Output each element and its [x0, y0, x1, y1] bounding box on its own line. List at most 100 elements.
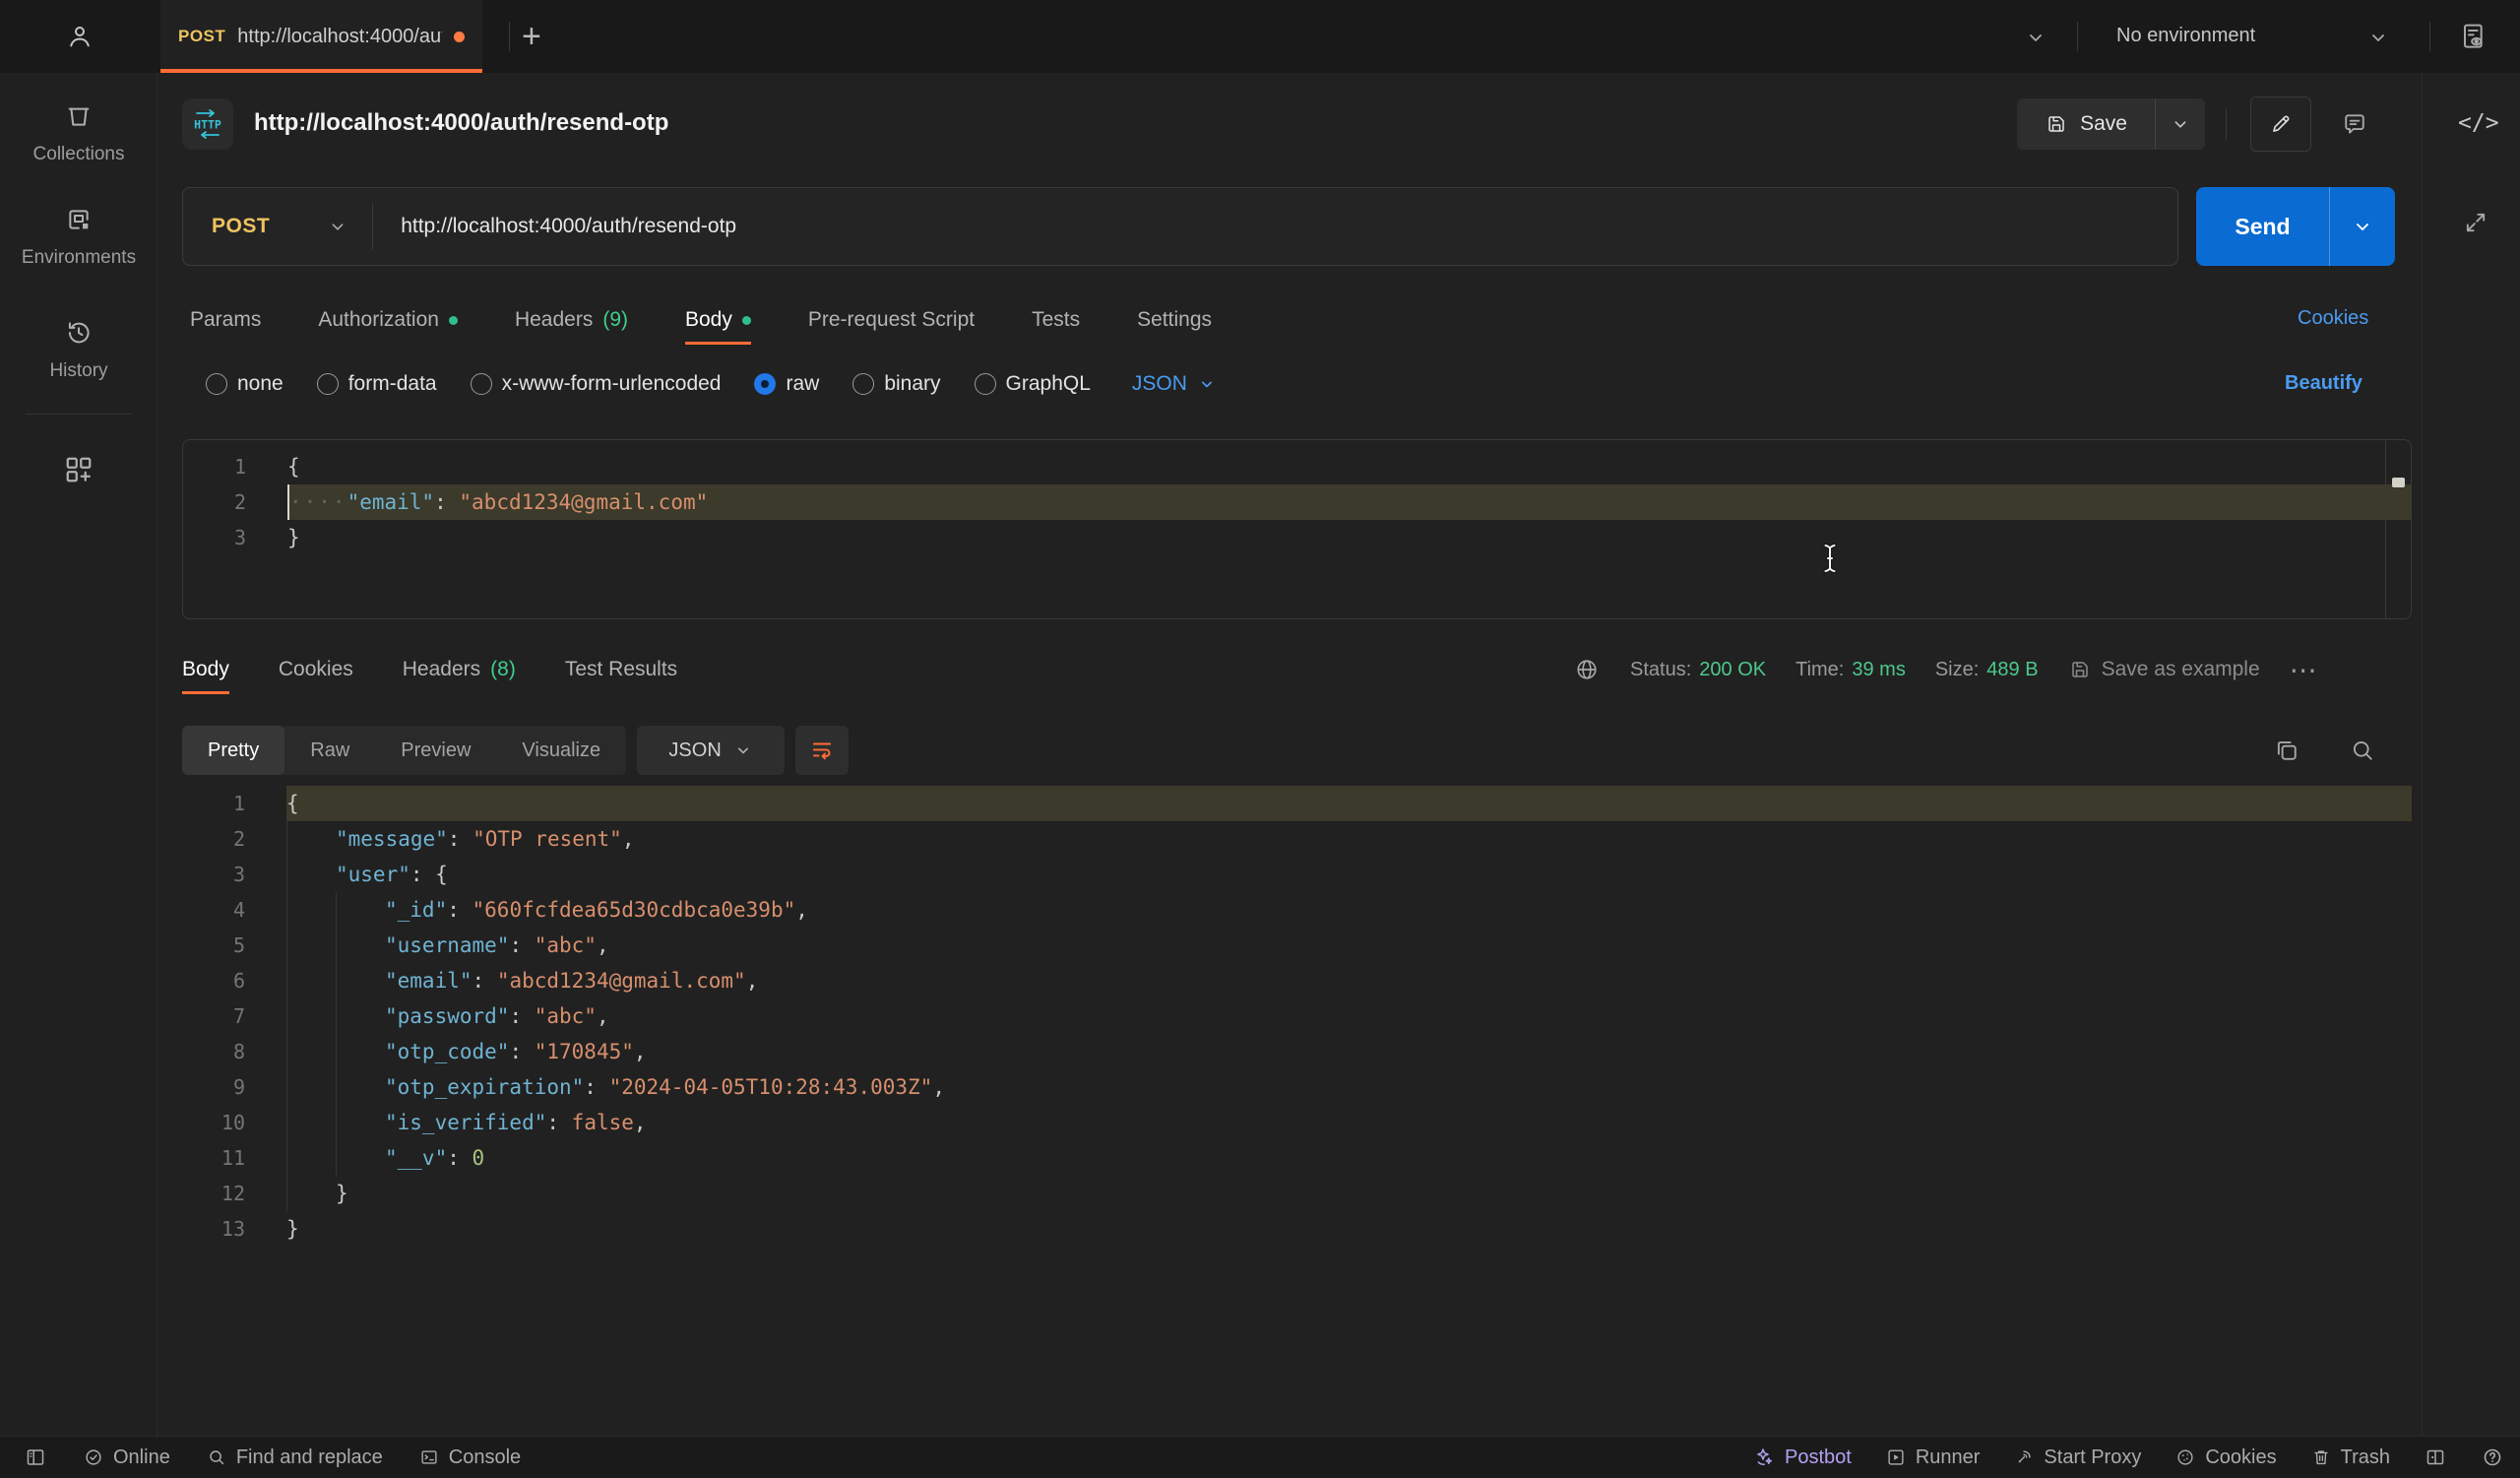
send-button-group: Send: [2196, 187, 2395, 266]
line-number: 3: [182, 857, 245, 892]
save-options-button[interactable]: [2156, 113, 2205, 135]
runner-button[interactable]: Runner: [1885, 1446, 1981, 1469]
tab-authorization[interactable]: Authorization: [318, 295, 458, 345]
indent-guide: [336, 1140, 385, 1176]
mode-form-data[interactable]: form-data: [317, 372, 437, 396]
token: ,: [622, 827, 635, 851]
request-tab[interactable]: POST http://localhost:4000/auth/resend-o…: [160, 0, 482, 73]
radio-icon: [317, 373, 339, 395]
sidebar-item-label: History: [49, 360, 107, 382]
method-selector[interactable]: POST: [212, 215, 270, 238]
tab-pre-request-script[interactable]: Pre-request Script: [808, 295, 975, 345]
sidebar-more-tools-button[interactable]: [0, 452, 158, 487]
token: }: [336, 1182, 348, 1205]
token: {: [287, 455, 300, 479]
chevron-down-icon: [2351, 215, 2374, 238]
code-content: "username": "abc",: [286, 928, 2412, 963]
sidebar-item-label: Collections: [33, 144, 125, 165]
response-status: Status:200 OK: [1630, 659, 1766, 681]
line-number: 1: [183, 449, 246, 484]
find-and-replace-button[interactable]: Find and replace: [206, 1446, 383, 1469]
response-more-actions-button[interactable]: ⋯: [2290, 654, 2318, 686]
environment-quick-look-button[interactable]: [2457, 21, 2488, 52]
start-proxy-button[interactable]: Start Proxy: [2013, 1446, 2141, 1469]
comments-button[interactable]: [2340, 109, 2369, 139]
tab-list-button[interactable]: [2024, 26, 2048, 49]
environment-chevron[interactable]: [2366, 26, 2390, 49]
method-chevron[interactable]: [327, 216, 348, 237]
sidebar-item-history[interactable]: History: [0, 317, 158, 382]
mode-x-www-form-urlencoded[interactable]: x-www-form-urlencoded: [471, 372, 722, 396]
tab-headers[interactable]: Headers(9): [515, 295, 628, 345]
send-options-button[interactable]: [2330, 215, 2395, 238]
mode-binary[interactable]: binary: [852, 372, 940, 396]
response-tab-test-results[interactable]: Test Results: [565, 645, 677, 694]
network-button[interactable]: [1573, 656, 1601, 683]
response-tab-headers[interactable]: Headers(8): [403, 645, 516, 694]
cookies-link[interactable]: Cookies: [2298, 307, 2368, 330]
radio-icon: [852, 373, 874, 395]
search-response-button[interactable]: [2348, 736, 2377, 765]
two-pane-view-button[interactable]: [2424, 1446, 2447, 1469]
save-button[interactable]: Save: [2017, 112, 2155, 136]
url-input[interactable]: http://localhost:4000/auth/resend-otp: [401, 215, 736, 238]
indent-guide: [286, 892, 336, 928]
save-as-example-button[interactable]: Save as example: [2068, 658, 2260, 681]
sidebar-item-environments[interactable]: Environments: [0, 204, 158, 269]
response-tab-cookies[interactable]: Cookies: [279, 645, 353, 694]
token: ,: [634, 1040, 647, 1063]
response-tab-body[interactable]: Body: [182, 645, 229, 694]
online-status[interactable]: Online: [83, 1446, 170, 1469]
tab-tests[interactable]: Tests: [1032, 295, 1080, 345]
line-number: 7: [182, 998, 245, 1034]
scrollbar-thumb[interactable]: [2392, 478, 2405, 487]
view-raw[interactable]: Raw: [284, 726, 375, 775]
editor-scrollbar[interactable]: [2385, 440, 2411, 618]
beautify-link[interactable]: Beautify: [2285, 372, 2362, 395]
code-snippet-button[interactable]: </>: [2458, 110, 2499, 136]
radio-icon: [471, 373, 492, 395]
copy-response-button[interactable]: [2272, 736, 2301, 765]
token: ,: [597, 1004, 609, 1028]
chevron-down-icon: [1197, 374, 1217, 394]
response-body-viewer[interactable]: 1{2"message": "OTP resent",3"user": {4"_…: [182, 786, 2412, 1247]
mode-raw[interactable]: raw: [754, 372, 819, 396]
save-button-group: Save: [2017, 98, 2205, 150]
send-button[interactable]: Send: [2196, 214, 2329, 240]
response-language-selector[interactable]: JSON: [637, 726, 785, 775]
environment-selector[interactable]: No environment: [2116, 25, 2255, 47]
view-pretty[interactable]: Pretty: [182, 726, 284, 775]
expand-panel-button[interactable]: [2462, 209, 2489, 236]
raw-language-selector[interactable]: JSON: [1132, 372, 1217, 396]
tab-params[interactable]: Params: [190, 295, 261, 345]
console-button[interactable]: Console: [418, 1446, 521, 1469]
cookies-button[interactable]: Cookies: [2174, 1446, 2276, 1469]
new-tab-button[interactable]: +: [522, 18, 541, 56]
help-button[interactable]: [2481, 1446, 2504, 1469]
code-line: 4"_id": "660fcfdea65d30cdbca0e39b",: [182, 892, 2412, 928]
mode-graphql[interactable]: GraphQL: [975, 372, 1091, 396]
account-button[interactable]: [65, 22, 94, 51]
tab-settings[interactable]: Settings: [1137, 295, 1212, 345]
code-line: 9"otp_expiration": "2024-04-05T10:28:43.…: [182, 1069, 2412, 1105]
sidebar-item-collections[interactable]: Collections: [0, 100, 158, 165]
edit-request-button[interactable]: [2250, 96, 2311, 152]
toggle-sidebar-button[interactable]: [24, 1446, 47, 1469]
wrap-lines-button[interactable]: [795, 726, 849, 775]
token: "username": [385, 933, 509, 957]
indent-guide: [336, 963, 385, 998]
postbot-button[interactable]: Postbot: [1752, 1446, 1852, 1469]
token: ,: [634, 1111, 647, 1134]
view-visualize[interactable]: Visualize: [496, 726, 626, 775]
code-content: "is_verified": false,: [286, 1105, 2412, 1140]
token: :: [434, 490, 459, 514]
chevron-down-icon: [2170, 113, 2191, 135]
tab-body[interactable]: Body: [685, 295, 751, 345]
url-bar: POST http://localhost:4000/auth/resend-o…: [182, 187, 2178, 266]
sidebar-divider: [26, 414, 132, 415]
view-preview[interactable]: Preview: [375, 726, 496, 775]
panel-split-icon: [2424, 1446, 2447, 1469]
trash-button[interactable]: Trash: [2310, 1446, 2390, 1469]
request-body-editor[interactable]: 1{2····"email": "abcd1234@gmail.com"3}: [182, 439, 2412, 619]
mode-none[interactable]: none: [206, 372, 284, 396]
